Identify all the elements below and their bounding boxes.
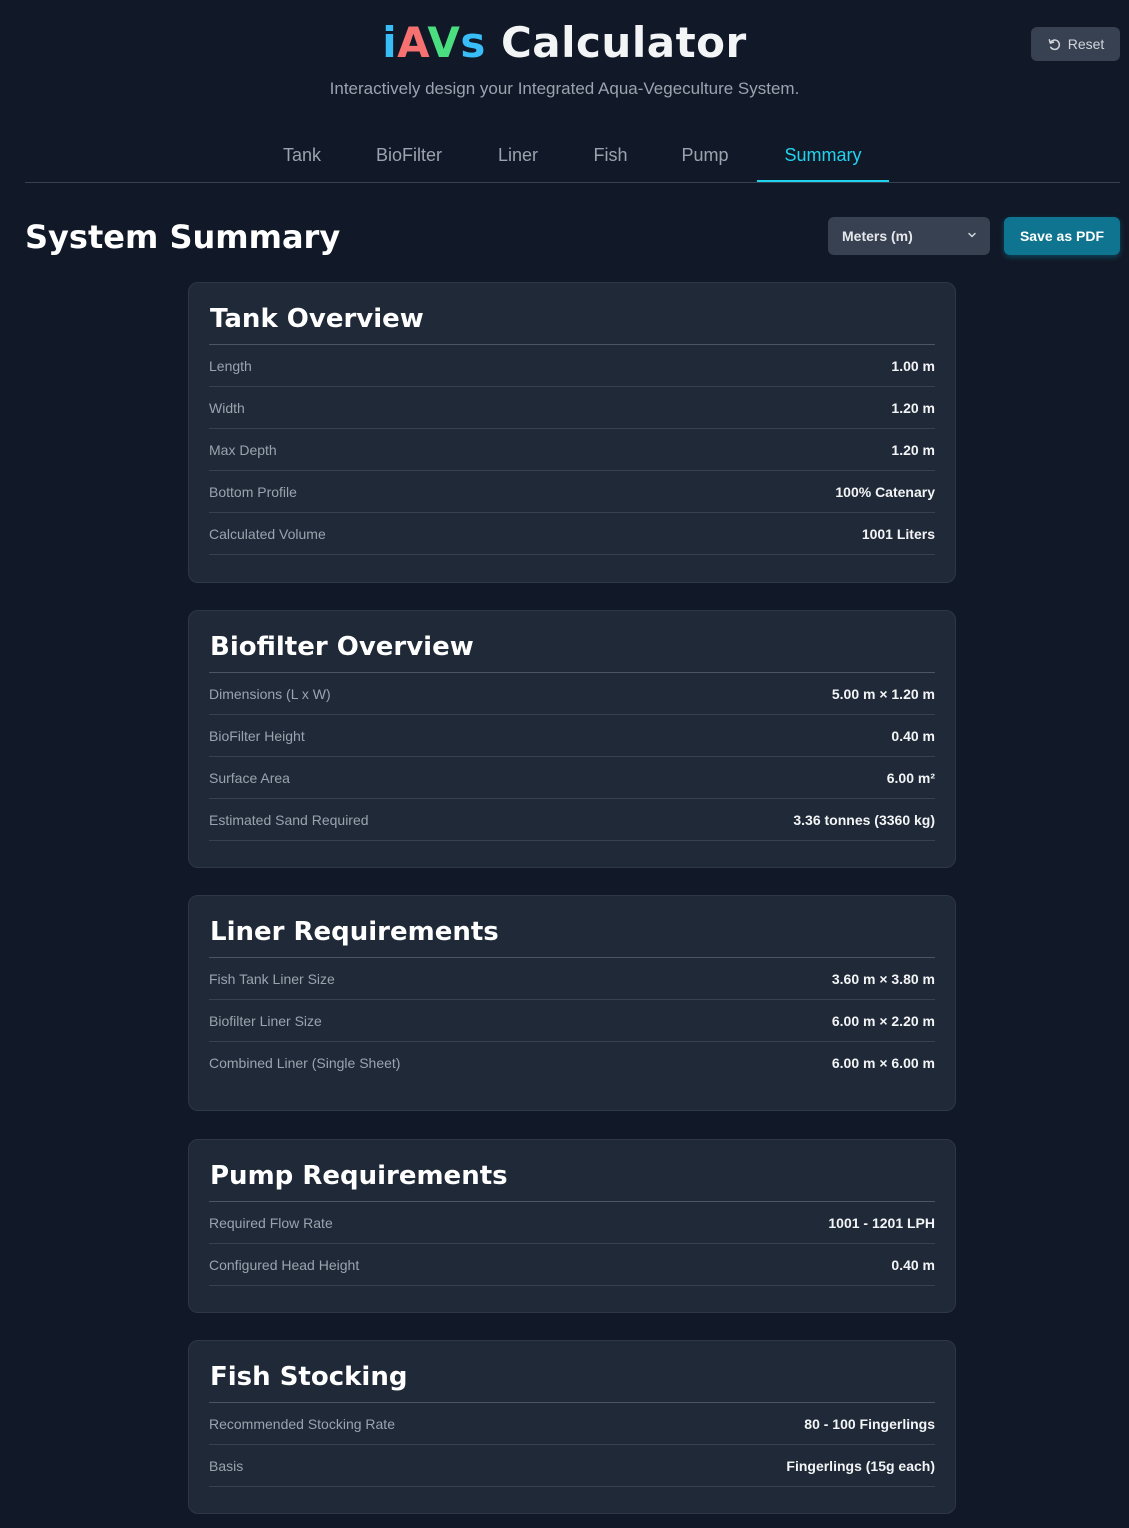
title-letter-s: s: [460, 18, 486, 67]
unit-select-value: Meters (m): [842, 228, 913, 244]
row-value: 100% Catenary: [835, 483, 935, 500]
row-value: 1.00 m: [891, 357, 935, 374]
page-title: System Summary: [25, 218, 341, 256]
row-value: Fingerlings (15g each): [786, 1457, 935, 1474]
app-subtitle: Interactively design your Integrated Aqu…: [329, 79, 800, 98]
app-page: iAVs Calculator Interactively design you…: [0, 0, 1129, 1528]
row-value: 6.00 m²: [886, 769, 935, 786]
unit-select[interactable]: Meters (m): [828, 217, 990, 255]
tab-pump[interactable]: Pump: [670, 128, 740, 182]
summary-row: Max Depth 1.20 m: [209, 429, 935, 471]
biofilter-overview-card: Biofilter Overview Dimensions (L x W) 5.0…: [188, 610, 956, 868]
row-label: Estimated Sand Required: [209, 811, 369, 828]
row-label: Calculated Volume: [209, 525, 326, 542]
row-value: 0.40 m: [891, 727, 935, 744]
row-label: Combined Liner (Single Sheet): [209, 1055, 401, 1071]
row-label: Biofilter Liner Size: [209, 1012, 322, 1029]
card-title: Fish Stocking: [209, 1341, 935, 1403]
summary-row: Configured Head Height 0.40 m: [209, 1244, 935, 1286]
summary-row: Estimated Sand Required 3.36 tonnes (3360…: [209, 799, 935, 841]
row-value: 6.00 m × 6.00 m: [831, 1055, 935, 1071]
row-label: Bottom Profile: [209, 483, 297, 500]
summary-row: Combined Liner (Single Sheet) 6.00 m × 6.…: [209, 1042, 935, 1084]
title-letter-v: V: [427, 18, 461, 67]
save-pdf-button[interactable]: Save as PDF: [1004, 217, 1120, 255]
row-label: Configured Head Height: [209, 1256, 360, 1273]
title-letter-a: A: [397, 18, 428, 67]
row-label: Max Depth: [209, 441, 277, 458]
chevron-down-icon: [968, 232, 976, 238]
summary-row: Basis Fingerlings (15g each): [209, 1445, 935, 1487]
app-title: iAVs Calculator: [0, 18, 1129, 67]
row-value: 1.20 m: [891, 399, 935, 416]
summary-row: Bottom Profile 100% Catenary: [209, 471, 935, 513]
fish-stocking-card: Fish Stocking Recommended Stocking Rate 8…: [188, 1340, 956, 1514]
row-label: Length: [209, 357, 252, 374]
row-value: 1.20 m: [891, 441, 935, 458]
pump-requirements-card: Pump Requirements Required Flow Rate 1001…: [188, 1139, 956, 1313]
row-label: BioFilter Height: [209, 727, 305, 744]
title-letter-i: i: [382, 18, 398, 67]
tank-overview-card: Tank Overview Length 1.00 m Width 1.20 m M…: [188, 282, 956, 583]
summary-row: Dimensions (L x W) 5.00 m × 1.20 m: [209, 673, 935, 715]
summary-row: Biofilter Liner Size 6.00 m × 2.20 m: [209, 1000, 935, 1042]
reset-icon: [1048, 38, 1060, 50]
summary-row: Width 1.20 m: [209, 387, 935, 429]
summary-row: Calculated Volume 1001 Liters: [209, 513, 935, 555]
card-title: Biofilter Overview: [209, 611, 935, 673]
tab-summary[interactable]: Summary: [757, 128, 889, 182]
summary-row: Required Flow Rate 1001 - 1201 LPH: [209, 1202, 935, 1244]
tab-divider: [25, 182, 1120, 183]
liner-requirements-card: Liner Requirements Fish Tank Liner Size 3…: [188, 895, 956, 1111]
tab-bar: Tank BioFilter Liner Fish Pump Summary: [0, 128, 1129, 183]
row-value: 5.00 m × 1.20 m: [831, 685, 935, 702]
row-value: 80 - 100 Fingerlings: [804, 1415, 935, 1432]
summary-row: BioFilter Height 0.40 m: [209, 715, 935, 757]
row-label: Required Flow Rate: [209, 1214, 333, 1231]
row-value: 3.60 m × 3.80 m: [831, 970, 935, 987]
row-value: 6.00 m × 2.20 m: [831, 1012, 935, 1029]
row-value: 1001 - 1201 LPH: [828, 1214, 935, 1231]
row-value: 1001 Liters: [861, 525, 935, 542]
title-rest: Calculator: [485, 18, 747, 67]
row-label: Width: [209, 399, 245, 416]
tab-liner[interactable]: Liner: [488, 128, 548, 182]
tab-tank[interactable]: Tank: [272, 128, 332, 182]
row-value: 0.40 m: [891, 1256, 935, 1273]
row-label: Basis: [209, 1457, 244, 1474]
summary-row: Fish Tank Liner Size 3.60 m × 3.80 m: [209, 958, 935, 1000]
row-label: Fish Tank Liner Size: [209, 970, 335, 987]
card-title: Liner Requirements: [209, 896, 935, 958]
reset-label: Reset: [1067, 36, 1105, 52]
summary-row: Recommended Stocking Rate 80 - 100 Finger…: [209, 1403, 935, 1445]
card-title: Tank Overview: [209, 283, 935, 345]
reset-button[interactable]: Reset: [1031, 27, 1120, 61]
summary-row: Surface Area 6.00 m²: [209, 757, 935, 799]
row-label: Dimensions (L x W): [209, 685, 331, 702]
row-label: Recommended Stocking Rate: [209, 1415, 395, 1432]
tab-biofilter[interactable]: BioFilter: [364, 128, 454, 182]
summary-row: Length 1.00 m: [209, 345, 935, 387]
row-value: 3.36 tonnes (3360 kg): [793, 811, 935, 828]
tab-fish[interactable]: Fish: [583, 128, 638, 182]
card-title: Pump Requirements: [209, 1140, 935, 1202]
row-label: Surface Area: [209, 769, 290, 786]
